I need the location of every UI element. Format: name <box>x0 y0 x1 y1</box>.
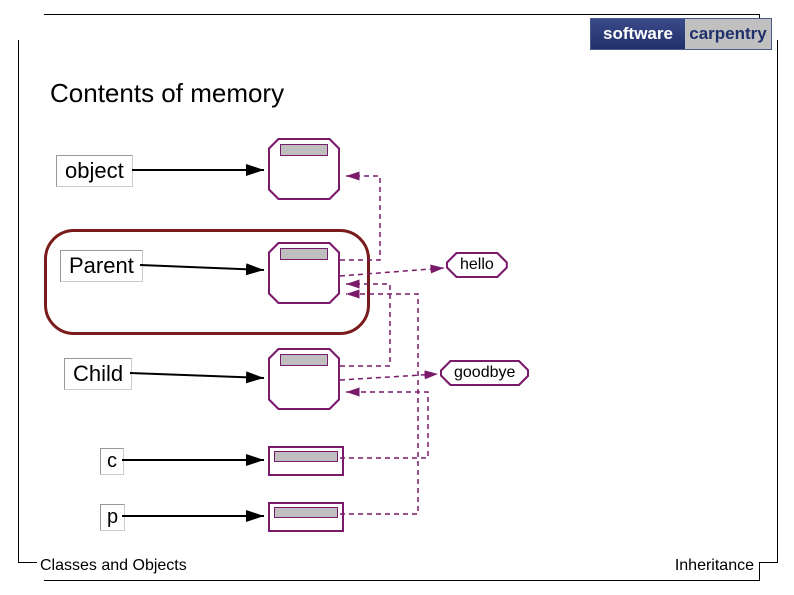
class-box-parent <box>268 242 340 304</box>
label-parent: Parent <box>60 250 143 282</box>
instance-box-p <box>268 502 344 532</box>
class-box-child <box>268 348 340 410</box>
logo: software carpentry <box>590 18 772 50</box>
method-hello: hello <box>446 252 508 278</box>
class-box-object <box>268 138 340 200</box>
label-p: p <box>100 504 125 531</box>
slide-title: Contents of memory <box>50 78 284 109</box>
label-child: Child <box>64 358 132 390</box>
method-goodbye: goodbye <box>440 360 529 386</box>
logo-right: carpentry <box>685 19 771 49</box>
logo-left: software <box>591 19 685 49</box>
instance-box-c <box>268 446 344 476</box>
footer-left: Classes and Objects <box>40 557 187 575</box>
footer-right: Inheritance <box>675 557 754 575</box>
label-c: c <box>100 448 124 475</box>
label-object: object <box>56 155 133 187</box>
